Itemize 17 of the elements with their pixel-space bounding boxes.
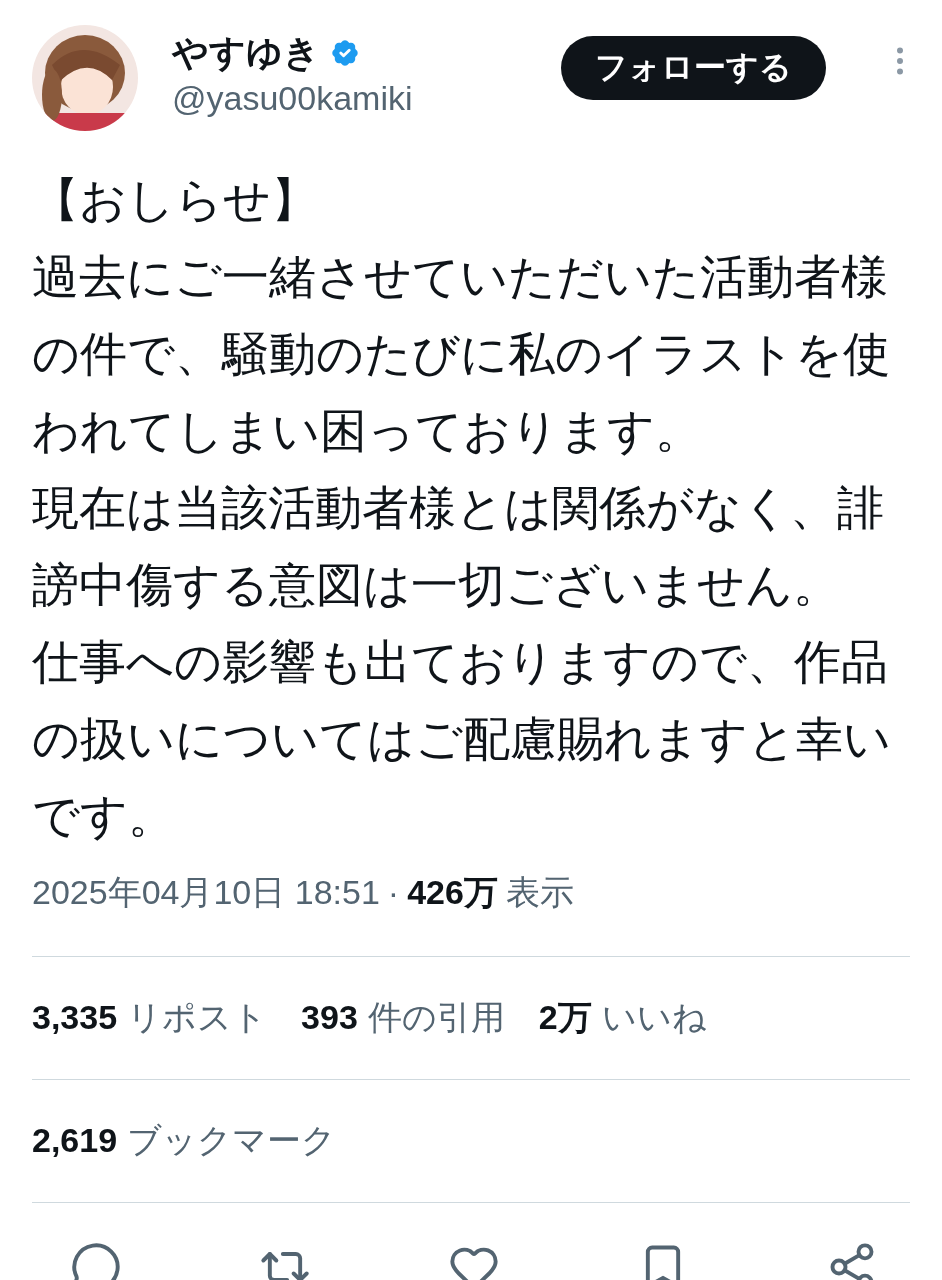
reply-icon[interactable] <box>70 1241 122 1280</box>
view-count: 426万 <box>407 872 498 913</box>
stat-label[interactable]: 件の引用 <box>367 995 505 1041</box>
stat-count: 2万 <box>538 997 592 1038</box>
author-handle[interactable]: @yasu00kamiki <box>172 75 527 121</box>
bookmark-count: 2,619 <box>32 1121 118 1160</box>
separator: · <box>387 873 400 912</box>
stat-count: 3,335 <box>32 998 118 1037</box>
stat-label[interactable]: いいね <box>601 995 707 1041</box>
post-text: 【おしらせ】 過去にご一緒させていただいた活動者様の件で、騒動のたびに私のイラストを使われてしまい困っております。 現在は当該活動者様とは関係がなく、誹謗中傷する意図は一切ございません。 仕事への影響も出ておりますので、作品の扱いについてはご配慮賜れますと幸いです。 <box>32 172 892 844</box>
stat-count: 393 <box>301 998 358 1037</box>
stat-label[interactable]: リポスト <box>127 995 268 1041</box>
follow-button[interactable]: フォローする <box>561 36 826 100</box>
author-name[interactable]: やすゆき <box>172 31 320 75</box>
timestamp[interactable]: 2025年04月10日 18:51 <box>32 870 380 916</box>
bookmark-label: ブックマーク <box>127 1120 337 1161</box>
view-label: 表示 <box>505 872 574 913</box>
